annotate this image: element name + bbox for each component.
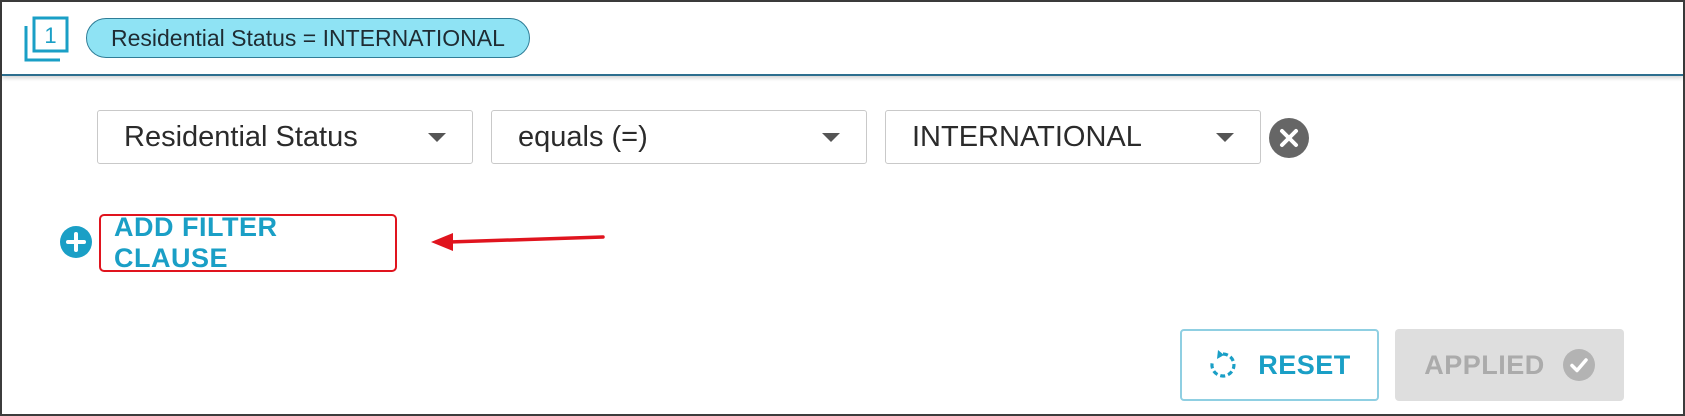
reset-button[interactable]: RESET [1180, 329, 1379, 401]
plus-circle-icon[interactable] [60, 226, 92, 258]
active-filter-chip[interactable]: Residential Status = INTERNATIONAL [86, 18, 530, 58]
add-filter-clause-button[interactable]: ADD FILTER CLAUSE [99, 212, 397, 273]
operator-dropdown-value: equals (=) [518, 120, 648, 153]
annotation-arrow-icon [431, 233, 605, 251]
field-dropdown-value: Residential Status [124, 120, 358, 153]
filter-count-icon[interactable]: 1 [24, 16, 70, 62]
add-filter-clause-label: ADD FILTER CLAUSE [114, 212, 278, 273]
refresh-icon [1210, 350, 1236, 378]
applied-label: APPLIED [1424, 349, 1545, 380]
applied-button[interactable]: APPLIED [1395, 329, 1624, 401]
value-dropdown-value: INTERNATIONAL [912, 120, 1142, 153]
chevron-down-icon [1216, 133, 1234, 142]
field-dropdown[interactable]: Residential Status [97, 110, 473, 164]
chevron-down-icon [822, 133, 840, 142]
check-circle-icon [1562, 349, 1595, 381]
operator-dropdown[interactable]: equals (=) [491, 110, 867, 164]
filter-count-number: 1 [44, 23, 56, 48]
filter-panel: 1 Residential Status = INTERNATIONAL Res… [0, 0, 1685, 416]
chevron-down-icon [428, 133, 446, 142]
remove-clause-button[interactable] [1269, 118, 1309, 158]
filter-header: 1 Residential Status = INTERNATIONAL [2, 2, 1683, 76]
value-dropdown[interactable]: INTERNATIONAL [885, 110, 1261, 164]
reset-label: RESET [1258, 349, 1351, 380]
close-icon [1280, 129, 1298, 147]
filter-chip-label: Residential Status = INTERNATIONAL [111, 24, 505, 51]
